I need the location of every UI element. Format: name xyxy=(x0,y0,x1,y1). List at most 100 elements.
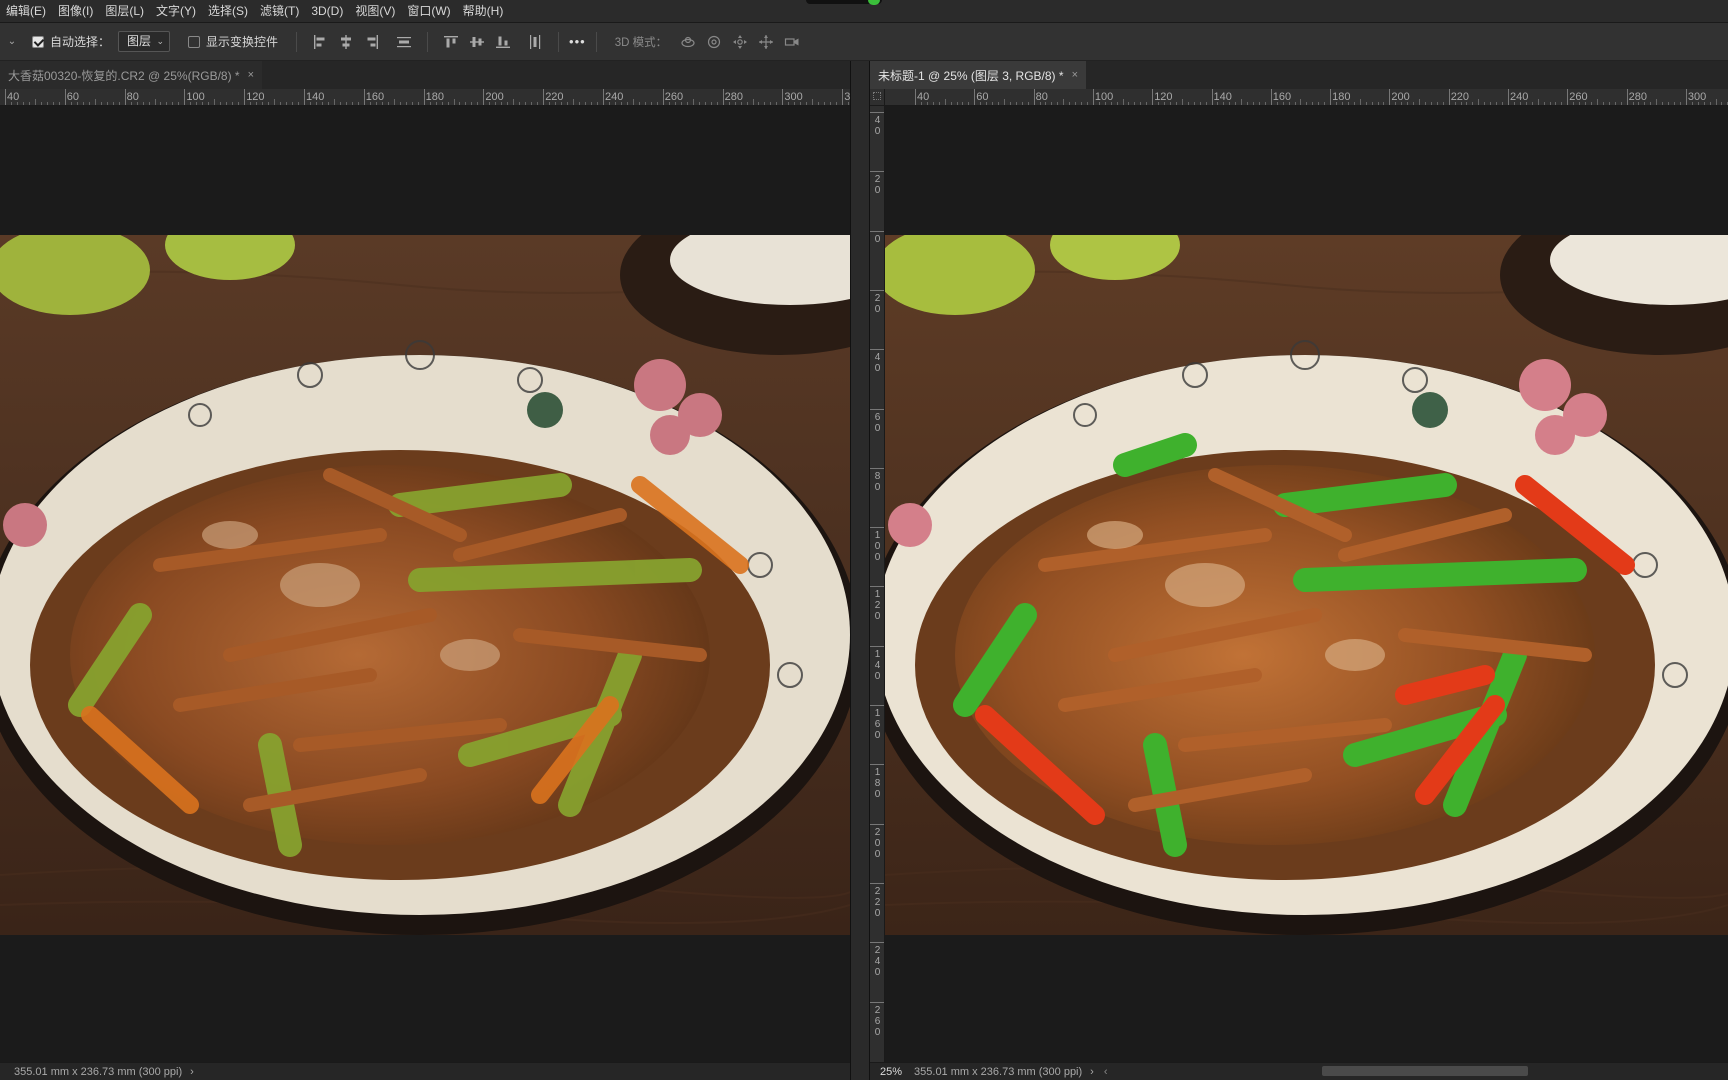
tool-preset-chevron-icon[interactable]: ⌄ xyxy=(0,36,24,47)
pane-divider[interactable] xyxy=(850,61,870,1080)
ruler-major-tick xyxy=(870,586,884,588)
align-right-edges-icon[interactable] xyxy=(359,29,385,55)
auto-select-toggle[interactable]: 自动选择： xyxy=(32,33,110,50)
ruler-minor-tick xyxy=(1721,102,1723,105)
right-status-bar: 25% 355.01 mm x 236.73 mm (300 ppi) › ‹ xyxy=(870,1062,1728,1080)
ruler-minor-tick xyxy=(1644,102,1646,105)
close-icon[interactable]: × xyxy=(248,69,254,81)
chevron-right-icon[interactable]: › xyxy=(190,1066,194,1078)
ruler-minor-tick xyxy=(1596,99,1598,105)
ruler-minor-tick xyxy=(1436,102,1438,105)
menu-item[interactable]: 滤镜(T) xyxy=(254,0,305,23)
right-document-canvas[interactable] xyxy=(885,106,1728,1062)
ruler-minor-tick xyxy=(52,102,54,105)
ruler-minor-tick xyxy=(585,102,587,105)
align-top-edges-icon[interactable] xyxy=(438,29,464,55)
chevron-left-icon[interactable]: ‹ xyxy=(1104,1066,1108,1078)
ruler-minor-tick xyxy=(1021,102,1023,105)
show-transform-toggle[interactable]: 显示变换控件 xyxy=(188,33,278,50)
left-document-canvas[interactable] xyxy=(0,106,850,1062)
ruler-minor-tick xyxy=(1015,102,1017,105)
ruler-minor-tick xyxy=(1656,99,1658,105)
menu-item[interactable]: 视图(V) xyxy=(349,0,401,23)
ruler-minor-tick xyxy=(1537,99,1539,105)
distribute-vertical-icon[interactable] xyxy=(522,29,548,55)
ruler-minor-tick xyxy=(818,102,820,105)
3d-mode-label: 3D 模式： xyxy=(614,36,668,49)
ruler-minor-tick xyxy=(28,102,30,105)
layer-select-dropdown[interactable]: 图层 ⌄ xyxy=(118,31,171,52)
ruler-minor-tick xyxy=(298,102,300,105)
ruler-minor-tick xyxy=(1003,99,1005,105)
ruler-major-tick xyxy=(870,705,884,706)
ruler-minor-tick xyxy=(190,102,192,105)
ruler-minor-tick xyxy=(710,102,712,105)
menu-item[interactable]: 编辑(E) xyxy=(0,0,52,23)
ruler-minor-tick xyxy=(998,102,1000,105)
menu-item[interactable]: 图像(I) xyxy=(52,0,99,23)
ruler-label: 1 4 0 xyxy=(874,648,881,682)
ruler-minor-tick xyxy=(1691,102,1693,105)
ruler-minor-tick xyxy=(1051,102,1053,105)
ruler-label: 1 8 0 xyxy=(874,767,881,801)
align-bottom-edges-icon[interactable] xyxy=(490,29,516,55)
ruler-minor-tick xyxy=(992,102,994,105)
ruler-minor-tick xyxy=(262,102,264,105)
ruler-minor-tick xyxy=(1288,102,1290,105)
ruler-label: 6 0 xyxy=(874,411,881,434)
zoom-level[interactable]: 25% xyxy=(880,1066,902,1078)
ruler-minor-tick xyxy=(1122,99,1124,105)
menu-item[interactable]: 3D(D) xyxy=(305,0,349,23)
ruler-minor-tick xyxy=(88,102,90,105)
ruler-minor-tick xyxy=(1140,102,1142,105)
ruler-minor-tick xyxy=(351,102,353,105)
align-horizontal-centers-icon[interactable] xyxy=(333,29,359,55)
ruler-minor-tick xyxy=(393,99,395,105)
ruler-minor-tick xyxy=(250,102,252,105)
menu-item[interactable]: 帮助(H) xyxy=(457,0,510,23)
ruler-label: 1 2 0 xyxy=(874,589,881,623)
ruler-minor-tick xyxy=(525,102,527,105)
ruler-minor-tick xyxy=(1608,102,1610,105)
orbit-3d-icon[interactable] xyxy=(675,29,701,55)
ruler-minor-tick xyxy=(489,102,491,105)
ruler-minor-tick xyxy=(812,99,814,105)
horizontal-scrollbar-thumb[interactable] xyxy=(1322,1066,1528,1076)
menu-item[interactable]: 文字(Y) xyxy=(150,0,202,23)
chevron-right-icon[interactable]: › xyxy=(1090,1066,1094,1078)
tab-right-document[interactable]: 未标题-1 @ 25% (图层 3, RGB/8) * × xyxy=(870,61,1086,89)
ruler-origin-corner[interactable] xyxy=(870,89,885,106)
tab-left-document[interactable]: 大香菇00320-恢复的.CR2 @ 25%(RGB/8) * × xyxy=(0,61,263,89)
ruler-minor-tick xyxy=(638,102,640,105)
separator xyxy=(558,31,560,52)
ruler-minor-tick xyxy=(680,102,682,105)
ruler-minor-tick xyxy=(1490,102,1492,105)
ruler-minor-tick xyxy=(357,102,359,105)
show-transform-checkbox[interactable] xyxy=(188,35,201,48)
align-left-edges-icon[interactable] xyxy=(307,29,333,55)
auto-select-checkbox[interactable] xyxy=(32,35,44,48)
ruler-minor-tick xyxy=(238,102,240,105)
scale-3d-camera-icon[interactable] xyxy=(779,29,805,55)
ruler-minor-tick xyxy=(537,102,539,105)
ruler-minor-tick xyxy=(746,102,748,105)
menu-item[interactable]: 图层(L) xyxy=(99,0,150,23)
slide-3d-icon[interactable] xyxy=(753,29,779,55)
ruler-minor-tick xyxy=(315,102,317,105)
close-icon[interactable]: × xyxy=(1072,69,1078,81)
menu-item[interactable]: 选择(S) xyxy=(202,0,254,23)
pan-3d-icon[interactable] xyxy=(727,29,753,55)
ruler-minor-tick xyxy=(1229,102,1231,105)
ruler-minor-tick xyxy=(309,102,311,105)
ruler-minor-tick xyxy=(1324,102,1326,105)
ruler-minor-tick xyxy=(447,102,449,105)
more-options-button[interactable]: ••• xyxy=(569,34,586,49)
ruler-minor-tick xyxy=(268,102,270,105)
roll-3d-icon[interactable] xyxy=(701,29,727,55)
menu-item[interactable]: 窗口(W) xyxy=(401,0,456,23)
ruler-minor-tick xyxy=(327,102,329,105)
ruler-minor-tick xyxy=(76,102,78,105)
align-vertical-centers-icon[interactable] xyxy=(464,29,490,55)
ruler-minor-tick xyxy=(1703,102,1705,105)
distribute-icon[interactable] xyxy=(391,29,417,55)
